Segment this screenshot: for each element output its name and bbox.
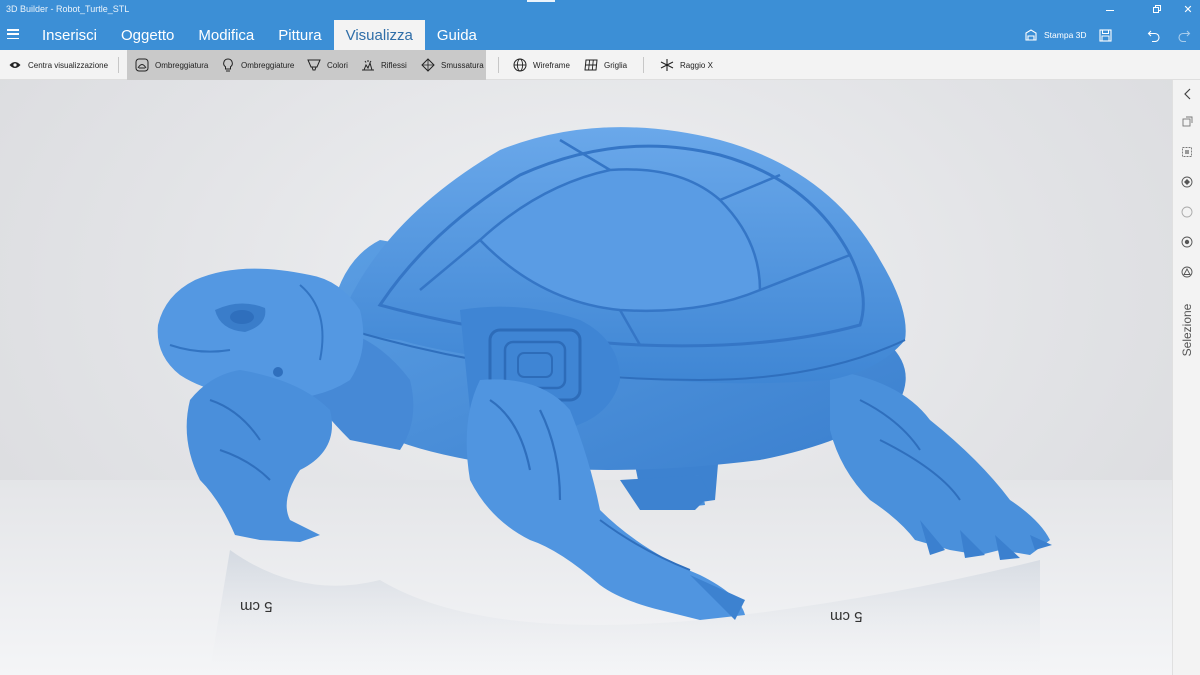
redo-button[interactable]	[1175, 26, 1193, 44]
undo-button[interactable]	[1145, 26, 1163, 44]
vertex-select-icon	[1181, 236, 1193, 248]
undo-icon	[1147, 30, 1160, 42]
smoothing-icon	[421, 58, 435, 72]
selection-panel: Selezione	[1172, 80, 1200, 675]
eye-icon	[8, 58, 22, 72]
center-view-label: Centra visualizzazione	[28, 60, 109, 70]
turtle-shell	[340, 127, 906, 384]
tab-inserisci[interactable]: Inserisci	[30, 20, 109, 50]
xray-button[interactable]: Raggio X	[660, 50, 713, 80]
tab-oggetto[interactable]: Oggetto	[109, 20, 186, 50]
select-none-button[interactable]	[1179, 204, 1195, 220]
scale-label-right: 5 cm	[830, 608, 863, 625]
title-bar: 3D Builder - Robot_Turtle_STL ✕	[0, 0, 1200, 20]
grid-label: Griglia	[604, 60, 628, 70]
chevron-left-icon	[1184, 88, 1191, 100]
face-select-icon	[1181, 176, 1193, 188]
grid-icon	[584, 58, 598, 72]
triangle-select-icon	[1181, 266, 1193, 278]
globe-icon	[513, 58, 527, 72]
reflections-label: Riflessi	[381, 60, 407, 70]
close-button[interactable]: ✕	[1170, 0, 1200, 20]
colors-button[interactable]: Colori	[307, 50, 348, 80]
printer-3d-icon	[1025, 29, 1037, 41]
xray-label: Raggio X	[680, 60, 713, 70]
view-toolbar: Centra visualizzazione Ombreggiatura Omb…	[0, 50, 1200, 80]
wireframe-button[interactable]: Wireframe	[513, 50, 570, 80]
close-icon: ✕	[1183, 3, 1193, 16]
toolbar-separator	[643, 57, 644, 73]
toolbar-separator	[118, 57, 119, 73]
select-all-icon	[1182, 147, 1192, 157]
colors-label: Colori	[327, 60, 348, 70]
print-3d-button[interactable]: Stampa 3D	[1024, 26, 1088, 44]
smoothing-button[interactable]: Smussatura	[421, 50, 484, 80]
save-icon	[1098, 28, 1112, 42]
xray-icon	[660, 58, 674, 72]
selection-label-text: Selezione	[1180, 303, 1194, 357]
tab-guida[interactable]: Guida	[425, 20, 489, 50]
select-face-button[interactable]	[1179, 174, 1195, 190]
shading-label: Ombreggiatura	[155, 60, 209, 70]
scale-label-left: 5 cm	[240, 598, 273, 615]
minimize-button[interactable]	[1092, 0, 1128, 20]
rear-left-foot	[620, 475, 710, 510]
rear-right-leg	[830, 370, 1052, 560]
center-view-button[interactable]: Centra visualizzazione	[8, 50, 108, 80]
tab-modifica[interactable]: Modifica	[186, 20, 266, 50]
restore-icon	[1153, 7, 1159, 13]
turtle-model[interactable]	[0, 80, 1172, 675]
menu-bar: Inserisci Oggetto Modifica Pittura Visua…	[0, 20, 1200, 50]
print-3d-label: Stampa 3D	[1044, 30, 1087, 40]
reflections-button[interactable]: Riflessi	[361, 50, 407, 80]
paint-bucket-icon	[307, 58, 321, 72]
tab-pittura[interactable]: Pittura	[266, 20, 333, 50]
lightbulb-icon	[221, 58, 235, 72]
circle-icon	[1181, 206, 1193, 218]
title-accent	[527, 0, 555, 2]
maximize-button[interactable]	[1138, 0, 1174, 20]
tab-visualizza[interactable]: Visualizza	[333, 20, 425, 50]
3d-viewport[interactable]: 5 cm 5 cm	[0, 80, 1172, 675]
minimize-icon	[1106, 9, 1114, 11]
shading-button[interactable]: Ombreggiatura	[135, 50, 208, 80]
shadows-button[interactable]: Ombreggiature	[221, 50, 294, 80]
shading-icon	[135, 58, 149, 72]
grid-button[interactable]: Griglia	[584, 50, 627, 80]
window-title: 3D Builder - Robot_Turtle_STL	[6, 4, 130, 14]
select-vertex-button[interactable]	[1179, 234, 1195, 250]
select-object-button[interactable]	[1179, 114, 1195, 130]
front-left-leg	[186, 370, 332, 542]
toolbar-separator	[498, 57, 499, 73]
select-all-button[interactable]	[1179, 144, 1195, 160]
select-object-icon	[1182, 116, 1193, 127]
redo-icon	[1178, 30, 1191, 42]
save-button[interactable]	[1096, 26, 1114, 44]
collapse-panel-button[interactable]	[1179, 86, 1195, 102]
selection-panel-label: Selezione	[1176, 285, 1198, 375]
shadows-label: Ombreggiature	[241, 60, 295, 70]
menu-tabs: Inserisci Oggetto Modifica Pittura Visua…	[30, 20, 489, 50]
reflections-icon	[361, 58, 375, 72]
smoothing-label: Smussatura	[441, 60, 484, 70]
hamburger-icon[interactable]	[7, 28, 19, 40]
select-triangle-button[interactable]	[1179, 264, 1195, 280]
wireframe-label: Wireframe	[533, 60, 570, 70]
